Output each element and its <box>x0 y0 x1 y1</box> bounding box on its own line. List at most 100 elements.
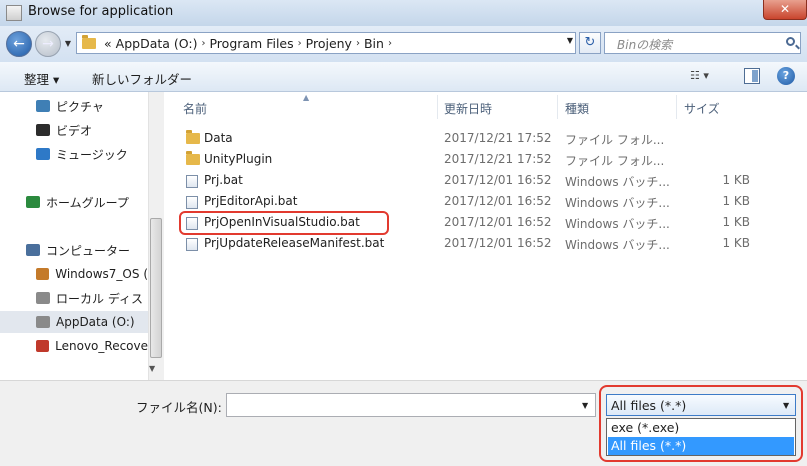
nav-item-homegroup[interactable]: ホームグループ <box>0 191 148 213</box>
file-size: 1 KB <box>722 173 750 187</box>
nav-item-local-disk[interactable]: ローカル ディス <box>0 287 148 309</box>
nav-item-appdata[interactable]: AppData (O:) <box>0 311 148 333</box>
nav-item-label: コンピューター <box>46 243 131 258</box>
file-date: 2017/12/21 17:52 <box>444 131 552 145</box>
file-date: 2017/12/01 16:52 <box>444 194 552 208</box>
table-row[interactable]: Prj.bat 2017/12/01 16:52 Windows バッチ... … <box>180 171 790 191</box>
nav-item-pictures[interactable]: ピクチャ <box>0 95 148 117</box>
nav-scrollbar-thumb[interactable] <box>150 218 162 358</box>
file-type: Windows バッチ... <box>565 196 670 210</box>
file-name: PrjUpdateReleaseManifest.bat <box>204 236 385 250</box>
chevron-right-icon[interactable]: › <box>356 38 360 49</box>
batch-file-icon <box>186 196 198 209</box>
app-icon <box>6 5 22 21</box>
search-input[interactable]: Binの検索 <box>604 32 801 54</box>
table-row[interactable]: PrjUpdateReleaseManifest.bat 2017/12/01 … <box>180 234 790 254</box>
music-icon <box>36 148 50 160</box>
scroll-down-icon[interactable]: ▼ <box>149 364 155 373</box>
folder-icon <box>186 130 200 144</box>
column-divider[interactable] <box>557 95 558 119</box>
filename-label: ファイル名(N): <box>136 400 222 415</box>
column-header-date[interactable]: 更新日時 <box>444 100 492 117</box>
new-folder-button[interactable]: 新しいフォルダー <box>92 69 192 88</box>
batch-file-icon <box>186 238 198 251</box>
close-button[interactable]: ✕ <box>763 0 807 20</box>
breadcrumb-item[interactable]: Projeny <box>306 36 352 51</box>
filename-input[interactable] <box>226 393 596 417</box>
file-size: 1 KB <box>722 236 750 250</box>
column-header-size[interactable]: サイズ <box>684 100 720 117</box>
navigation-pane: ピクチャ ビデオ ミュージック ホームグループ コンピューター Windows7… <box>0 92 148 380</box>
refresh-button[interactable]: ↻ <box>579 32 601 54</box>
batch-file-icon <box>186 175 198 188</box>
window-title: Browse for application <box>28 4 174 19</box>
nav-item-label: ミュージック <box>56 147 128 162</box>
file-name: Prj.bat <box>204 173 243 187</box>
breadcrumb-item[interactable]: AppData (O:) <box>116 36 198 51</box>
nav-item-label: ローカル ディス <box>56 291 143 306</box>
sort-ascending-icon: ▲ <box>303 93 310 102</box>
nav-item-computer[interactable]: コンピューター <box>0 239 148 261</box>
file-size: 1 KB <box>722 194 750 208</box>
file-date: 2017/12/01 16:52 <box>444 173 552 187</box>
breadcrumb-overflow[interactable]: « <box>104 36 112 51</box>
file-name: Data <box>204 131 233 145</box>
folder-icon <box>82 34 96 49</box>
nav-item-label: Lenovo_Recove <box>55 339 148 353</box>
nav-item-label: ビデオ <box>56 123 93 138</box>
file-name: UnityPlugin <box>204 152 273 166</box>
column-header-type[interactable]: 種類 <box>565 100 589 117</box>
file-date: 2017/12/01 16:52 <box>444 236 552 250</box>
search-icon <box>786 37 795 46</box>
chevron-down-icon[interactable]: ▼ <box>582 401 588 410</box>
pictures-icon <box>36 100 50 112</box>
nav-item-label: AppData (O:) <box>56 315 135 329</box>
homegroup-icon <box>26 196 40 208</box>
nav-item-windows7-os[interactable]: Windows7_OS ( <box>0 263 148 285</box>
file-size: 1 KB <box>722 215 750 229</box>
preview-pane-icon[interactable] <box>744 68 760 84</box>
nav-item-lenovo-recovery[interactable]: Lenovo_Recove <box>0 335 148 357</box>
highlight-annotation <box>179 211 389 235</box>
drive-icon <box>36 268 50 280</box>
file-type: Windows バッチ... <box>565 175 670 189</box>
file-type: ファイル フォル... <box>565 154 665 168</box>
file-type: ファイル フォル... <box>565 133 665 147</box>
breadcrumb-item[interactable]: Bin <box>364 36 384 51</box>
table-row[interactable]: Data 2017/12/21 17:52 ファイル フォル... <box>180 129 790 149</box>
search-placeholder: Binの検索 <box>617 38 673 52</box>
breadcrumb-item[interactable]: Program Files <box>209 36 293 51</box>
forward-button[interactable]: → <box>35 31 61 57</box>
organize-button[interactable]: 整理 ▾ <box>24 69 59 88</box>
table-row[interactable]: PrjEditorApi.bat 2017/12/01 16:52 Window… <box>180 192 790 212</box>
file-type: Windows バッチ... <box>565 217 670 231</box>
recent-locations-dropdown-icon[interactable]: ▼ <box>63 37 73 51</box>
address-bar[interactable]: « AppData (O:) › Program Files › Projeny… <box>76 32 576 54</box>
drive-icon <box>36 316 50 328</box>
file-date: 2017/12/21 17:52 <box>444 152 552 166</box>
video-icon <box>36 124 50 136</box>
computer-icon <box>26 244 40 256</box>
chevron-right-icon[interactable]: › <box>298 38 302 49</box>
highlight-annotation <box>599 385 803 462</box>
back-button[interactable]: ← <box>6 31 32 57</box>
view-options-icon[interactable]: ☷ ▾ <box>690 69 732 85</box>
chevron-right-icon[interactable]: › <box>388 38 392 49</box>
nav-item-label: ホームグループ <box>46 195 129 210</box>
column-header-name[interactable]: 名前 <box>183 100 207 117</box>
nav-item-label: Windows7_OS ( <box>55 267 148 281</box>
drive-icon <box>36 292 50 304</box>
nav-item-label: ピクチャ <box>56 99 104 114</box>
folder-icon <box>186 151 200 165</box>
column-divider[interactable] <box>437 95 438 119</box>
file-type: Windows バッチ... <box>565 238 670 252</box>
nav-item-video[interactable]: ビデオ <box>0 119 148 141</box>
column-divider[interactable] <box>676 95 677 119</box>
file-name: PrjEditorApi.bat <box>204 194 298 208</box>
table-row[interactable]: UnityPlugin 2017/12/21 17:52 ファイル フォル... <box>180 150 790 170</box>
recovery-drive-icon <box>36 340 50 352</box>
chevron-right-icon[interactable]: › <box>201 38 205 49</box>
help-icon[interactable]: ? <box>777 67 795 85</box>
nav-item-music[interactable]: ミュージック <box>0 143 148 165</box>
chevron-down-icon[interactable]: ▼ <box>567 36 573 45</box>
